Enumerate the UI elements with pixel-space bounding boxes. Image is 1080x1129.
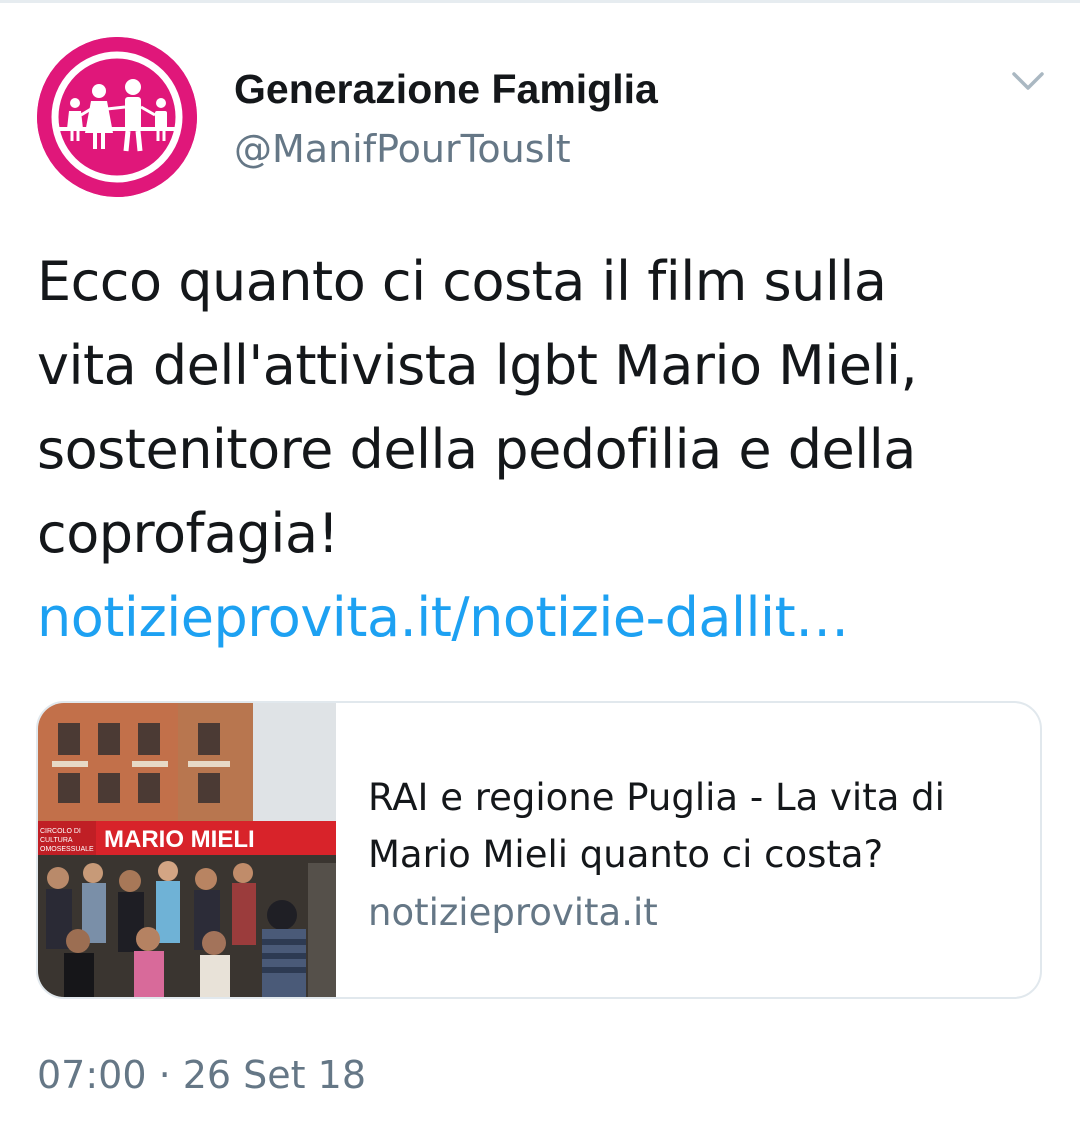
family-logo-icon (37, 37, 197, 197)
tweet-body: Ecco quanto ci costa il film sulla vita … (37, 240, 1047, 660)
tweet-text-line: coprofagia! (37, 502, 339, 565)
tweet-text-line: Ecco quanto ci costa il film sulla (37, 250, 887, 313)
svg-text:CULTURA: CULTURA (40, 837, 73, 844)
tweet-link[interactable]: notizieprovita.it/notizie-dallit… (37, 576, 1047, 660)
card-domain: notizieprovita.it (368, 891, 658, 934)
tweet-menu-button[interactable] (1008, 62, 1048, 102)
chevron-down-icon (1012, 72, 1044, 90)
card-title[interactable]: RAI e regione Puglia - La vita di Mario … (368, 769, 1028, 883)
svg-text:OMOSESSUALE: OMOSESSUALE (40, 846, 94, 853)
author-handle[interactable]: @ManifPourTousIt (234, 125, 571, 173)
tweet-text-line: sostenitore della pedofilia e della (37, 418, 916, 481)
card-title-line: Mario Mieli quanto ci costa? (368, 833, 884, 876)
top-divider (0, 0, 1080, 3)
banner-side-text: CIRCOLO DI (40, 828, 81, 835)
tweet-timestamp[interactable]: 07:00 · 26 Set 18 (37, 1050, 366, 1100)
tweet-text-line: vita dell'attivista lgbt Mario Mieli, (37, 334, 918, 397)
card-thumbnail: CIRCOLO DI CULTURA OMOSESSUALE MARIO MIE… (38, 703, 336, 997)
card-title-line: RAI e regione Puglia - La vita di (368, 776, 945, 819)
banner-text: MARIO MIELI (104, 826, 255, 853)
author-avatar[interactable] (37, 37, 197, 197)
link-preview-card[interactable]: CIRCOLO DI CULTURA OMOSESSUALE MARIO MIE… (36, 701, 1042, 999)
pride-parade-photo: CIRCOLO DI CULTURA OMOSESSUALE MARIO MIE… (38, 703, 336, 997)
author-display-name[interactable]: Generazione Famiglia (234, 64, 658, 114)
